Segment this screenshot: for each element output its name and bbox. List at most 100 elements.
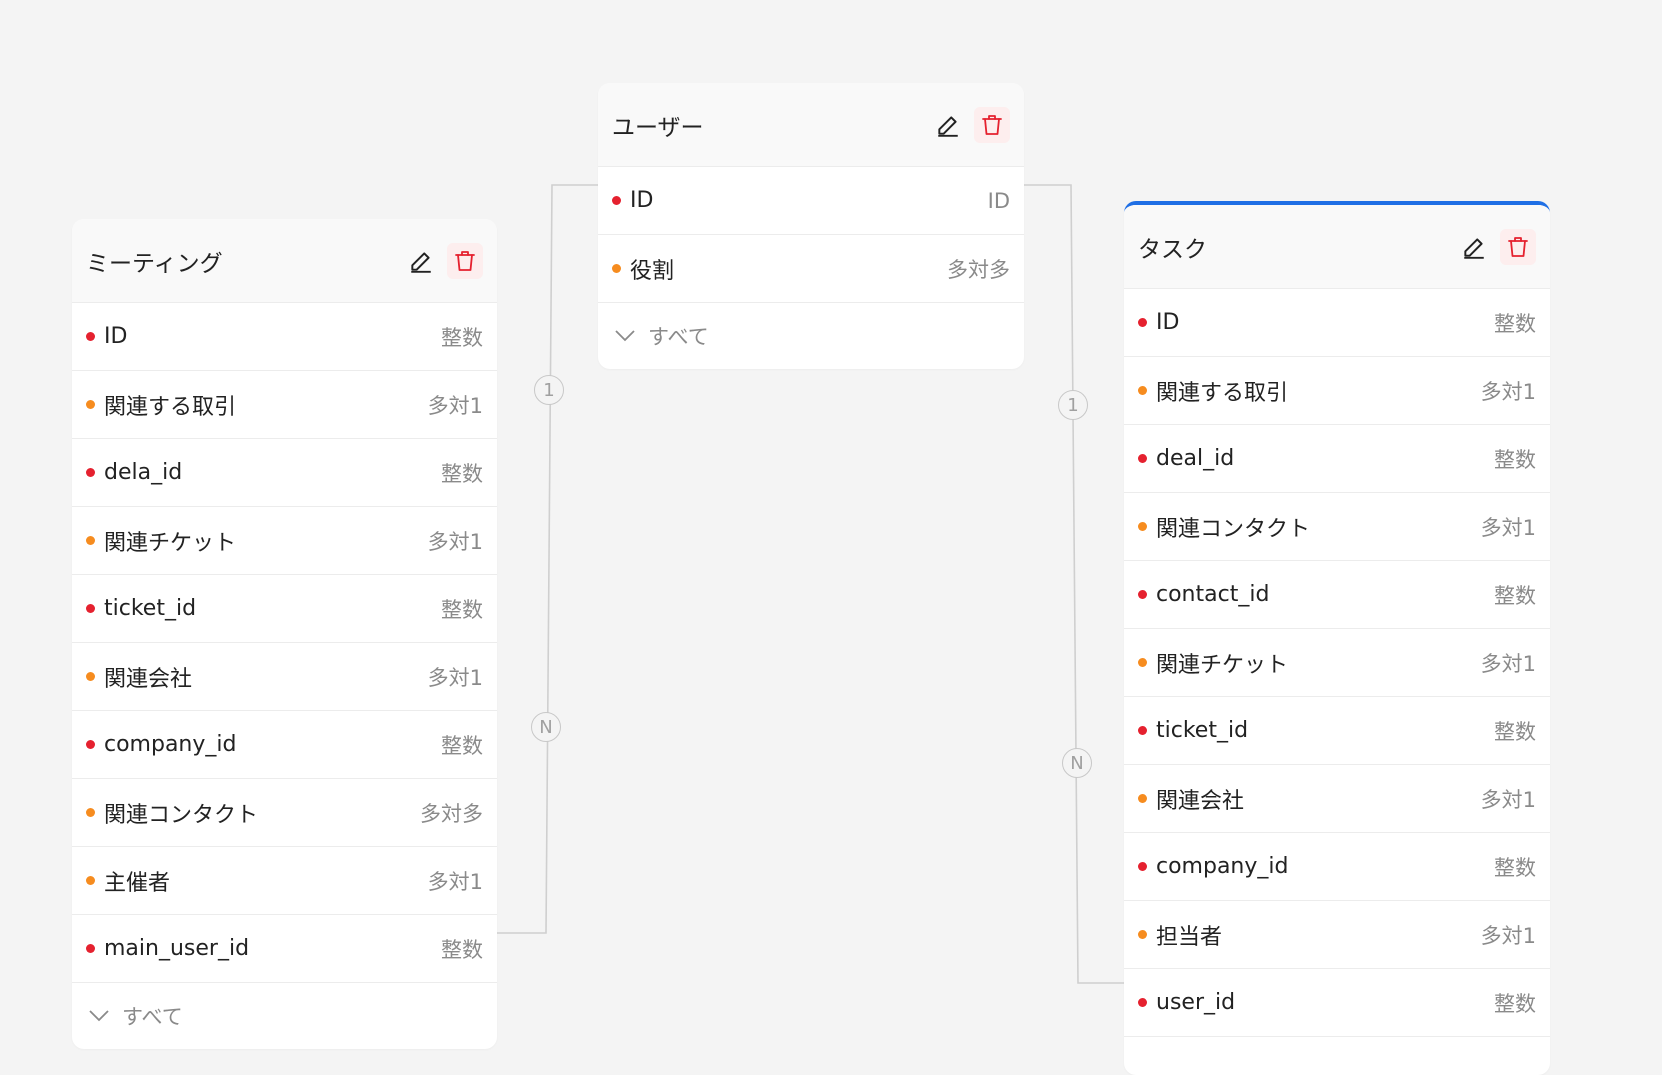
field-row[interactable]: ticket_id 整数 (72, 575, 497, 643)
field-list: ID 整数 関連する取引 多対1 deal_id 整数 関連コンタクト 多対1 contact_… (1124, 289, 1550, 1037)
field-dot-relation (86, 536, 95, 545)
field-type: 整数 (441, 597, 483, 622)
chevron-down-icon (89, 1010, 109, 1022)
field-row[interactable]: 関連コンタクト 多対1 (1124, 493, 1550, 561)
table-header: ミーティング (72, 219, 497, 303)
show-all-label: すべて (648, 325, 709, 349)
field-name: contact_id (1156, 582, 1270, 607)
field-type: 整数 (441, 325, 483, 350)
trash-icon (1508, 236, 1528, 257)
task-user-connector (1024, 184, 1124, 984)
field-row[interactable]: company_id 整数 (1124, 833, 1550, 901)
field-dot-primary (1138, 590, 1147, 599)
field-row[interactable]: ID ID (598, 167, 1024, 235)
field-row[interactable]: ticket_id 整数 (1124, 697, 1550, 765)
field-list: ID ID 役割 多対多 (598, 167, 1024, 303)
edit-button[interactable] (930, 107, 966, 143)
field-name: ID (630, 188, 654, 213)
delete-button[interactable] (447, 242, 483, 279)
field-row[interactable]: 役割 多対多 (598, 235, 1024, 303)
pencil-icon (411, 251, 431, 273)
field-dot-primary (612, 196, 621, 205)
field-type: 整数 (1494, 855, 1536, 880)
field-dot-relation (612, 264, 621, 273)
task-user-one-badge: 1 (1058, 390, 1088, 420)
field-dot-primary (86, 604, 95, 613)
field-row[interactable]: 関連コンタクト 多対多 (72, 779, 497, 847)
field-row[interactable]: 関連会社 多対1 (1124, 765, 1550, 833)
field-name: 役割 (630, 258, 675, 284)
field-type: 多対1 (1480, 787, 1536, 812)
table-header: タスク (1124, 205, 1550, 289)
field-name: 関連会社 (1156, 788, 1245, 814)
field-type: 整数 (441, 937, 483, 962)
field-type: 整数 (1494, 583, 1536, 608)
table-card-user[interactable]: ユーザー ID ID 役割 多対多 すべて (598, 83, 1024, 369)
field-type: 多対1 (427, 529, 483, 554)
field-dot-relation (86, 400, 95, 409)
edit-button[interactable] (1456, 229, 1492, 265)
field-type: 整数 (1494, 991, 1536, 1016)
field-row[interactable]: ID 整数 (72, 303, 497, 371)
field-row[interactable]: 担当者 多対1 (1124, 901, 1550, 969)
field-row[interactable]: 関連会社 多対1 (72, 643, 497, 711)
field-list: ID 整数 関連する取引 多対1 dela_id 整数 関連チケット 多対1 ticket_id… (72, 303, 497, 983)
table-card-meeting[interactable]: ミーティング ID 整数 関連する取引 多対1 dela_id 整数 関連チケット 多対1 ti… (72, 219, 497, 1049)
chevron-down-icon (615, 330, 635, 342)
field-dot-primary (1138, 726, 1147, 735)
field-name: 関連コンタクト (1156, 516, 1311, 542)
field-type: 整数 (441, 461, 483, 486)
task-user-many-badge: N (1062, 748, 1092, 778)
field-name: ID (1156, 310, 1180, 335)
field-row[interactable]: 関連チケット 多対1 (1124, 629, 1550, 697)
field-row[interactable]: company_id 整数 (72, 711, 497, 779)
field-row[interactable]: main_user_id 整数 (72, 915, 497, 983)
field-dot-relation (1138, 658, 1147, 667)
field-type: 整数 (441, 733, 483, 758)
field-type: 多対多 (420, 801, 483, 826)
field-dot-relation (1138, 386, 1147, 395)
field-type: 整数 (1494, 311, 1536, 336)
field-name: ticket_id (104, 596, 197, 621)
field-name: 関連チケット (1156, 652, 1289, 678)
field-dot-primary (86, 468, 95, 477)
show-all-toggle[interactable]: すべて (598, 303, 1024, 369)
field-row[interactable]: 関連する取引 多対1 (1124, 357, 1550, 425)
show-all-toggle[interactable]: すべて (72, 983, 497, 1049)
field-row[interactable]: deal_id 整数 (1124, 425, 1550, 493)
field-type: 多対1 (427, 869, 483, 894)
field-name: deal_id (1156, 446, 1235, 471)
field-type: 整数 (1494, 719, 1536, 744)
meeting-user-many-badge: N (531, 712, 561, 742)
field-name: 担当者 (1156, 924, 1223, 950)
field-name: 関連会社 (104, 666, 193, 692)
edit-button[interactable] (403, 243, 439, 279)
field-dot-relation (86, 876, 95, 885)
field-name: main_user_id (104, 936, 250, 961)
field-dot-primary (1138, 454, 1147, 463)
field-name: 関連チケット (104, 530, 237, 556)
trash-icon (455, 250, 475, 271)
field-dot-relation (86, 808, 95, 817)
field-row[interactable]: contact_id 整数 (1124, 561, 1550, 629)
delete-button[interactable] (974, 106, 1010, 143)
field-row[interactable]: dela_id 整数 (72, 439, 497, 507)
meeting-user-connector (497, 184, 598, 934)
field-name: company_id (104, 732, 237, 757)
field-dot-primary (1138, 318, 1147, 327)
field-dot-primary (86, 944, 95, 953)
field-dot-primary (86, 740, 95, 749)
field-name: user_id (1156, 990, 1236, 1015)
field-row[interactable]: ID 整数 (1124, 289, 1550, 357)
field-row[interactable]: 関連する取引 多対1 (72, 371, 497, 439)
field-dot-relation (86, 672, 95, 681)
field-type: 多対多 (947, 257, 1010, 282)
field-dot-primary (86, 332, 95, 341)
field-row[interactable]: user_id 整数 (1124, 969, 1550, 1037)
field-name: company_id (1156, 854, 1289, 879)
field-row[interactable]: 主催者 多対1 (72, 847, 497, 915)
field-row[interactable]: 関連チケット 多対1 (72, 507, 497, 575)
table-card-task[interactable]: タスク ID 整数 関連する取引 多対1 deal_id 整数 関連コンタクト 多対1 cont… (1124, 201, 1550, 1075)
delete-button[interactable] (1500, 228, 1536, 265)
field-name: ID (104, 324, 128, 349)
